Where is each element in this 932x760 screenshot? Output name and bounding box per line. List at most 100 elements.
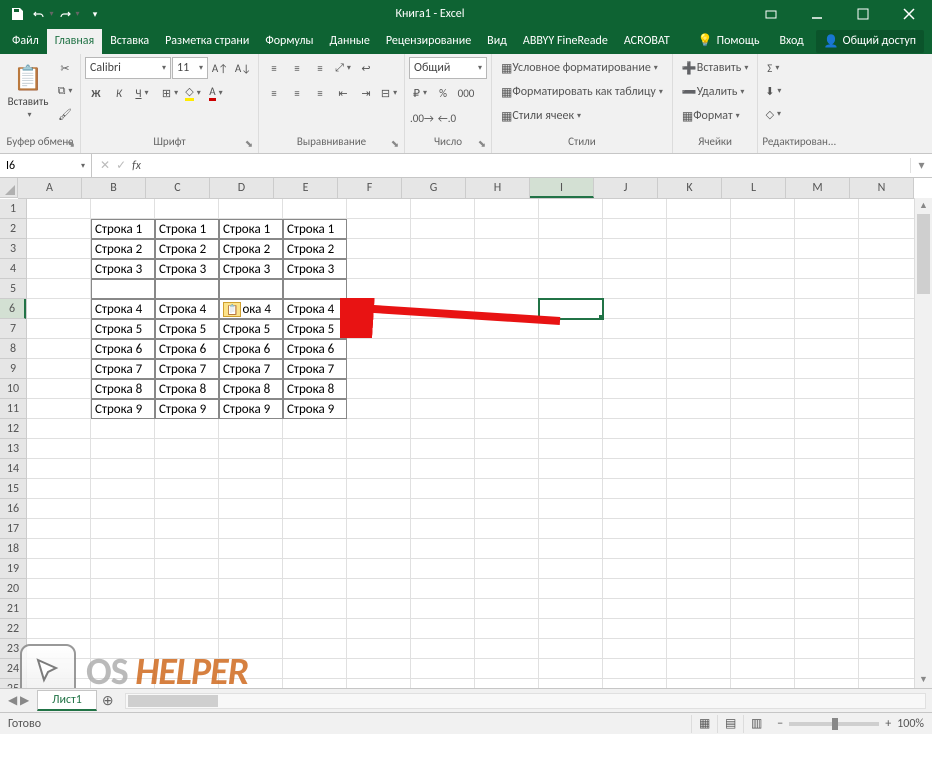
cell[interactable] (411, 299, 475, 319)
cell[interactable] (667, 659, 731, 679)
wrap-text-icon[interactable]: ↩ (355, 57, 377, 79)
cell[interactable] (411, 559, 475, 579)
cell[interactable] (219, 539, 283, 559)
cell[interactable] (859, 259, 914, 279)
cell[interactable] (155, 439, 219, 459)
cell[interactable] (347, 519, 411, 539)
fx-icon[interactable]: fx (132, 159, 141, 173)
cell[interactable] (411, 619, 475, 639)
row-header[interactable]: 9 (0, 359, 26, 379)
cell[interactable] (155, 199, 219, 219)
percent-icon[interactable]: % (432, 82, 454, 104)
align-center-icon[interactable]: ≡ (286, 82, 308, 104)
cell[interactable] (731, 339, 795, 359)
sign-in[interactable]: Вход (771, 29, 811, 54)
cell[interactable] (27, 199, 91, 219)
cell[interactable] (859, 439, 914, 459)
cell[interactable] (667, 339, 731, 359)
cell[interactable] (859, 519, 914, 539)
cell[interactable] (475, 579, 539, 599)
cell[interactable] (859, 459, 914, 479)
cell[interactable] (27, 419, 91, 439)
cell[interactable] (283, 419, 347, 439)
row-header[interactable]: 7 (0, 319, 26, 339)
column-header[interactable]: I (530, 178, 594, 198)
cell[interactable]: 📋ока 4 (219, 299, 283, 319)
cell[interactable] (603, 239, 667, 259)
column-header[interactable]: C (146, 178, 210, 198)
cell[interactable] (795, 479, 859, 499)
row-header[interactable]: 15 (0, 479, 26, 499)
cell[interactable] (667, 199, 731, 219)
cell[interactable] (603, 639, 667, 659)
column-header[interactable]: A (18, 178, 82, 198)
cell[interactable] (731, 639, 795, 659)
row-header[interactable]: 25 (0, 679, 26, 688)
scroll-up-icon[interactable]: ▲ (915, 198, 932, 214)
row-header[interactable]: 1 (0, 199, 26, 219)
paste-button[interactable]: 📋Вставить▾ (4, 57, 52, 127)
cell[interactable] (667, 519, 731, 539)
cell[interactable] (347, 219, 411, 239)
cell[interactable] (155, 619, 219, 639)
cell[interactable] (91, 679, 155, 688)
cell[interactable] (795, 419, 859, 439)
cell[interactable] (859, 419, 914, 439)
sheet-tab[interactable]: Лист1 (37, 690, 97, 711)
number-format-select[interactable]: Общий▾ (409, 57, 487, 79)
cell[interactable] (539, 619, 603, 639)
cell[interactable] (603, 319, 667, 339)
cell[interactable] (603, 439, 667, 459)
cell[interactable] (795, 579, 859, 599)
cell[interactable] (667, 239, 731, 259)
cell[interactable] (539, 239, 603, 259)
cell[interactable] (283, 619, 347, 639)
cell[interactable] (475, 259, 539, 279)
cell[interactable] (475, 239, 539, 259)
cell[interactable] (475, 419, 539, 439)
row-header[interactable]: 8 (0, 339, 26, 359)
cell[interactable]: Строка 9 (91, 399, 155, 419)
cell[interactable] (539, 279, 603, 299)
cell[interactable] (795, 599, 859, 619)
row-header[interactable]: 11 (0, 399, 26, 419)
hscroll-thumb[interactable] (128, 695, 218, 707)
cell[interactable] (667, 679, 731, 688)
cell[interactable] (539, 419, 603, 439)
cell[interactable] (475, 319, 539, 339)
cell[interactable] (91, 599, 155, 619)
cell[interactable] (539, 639, 603, 659)
cell[interactable] (155, 579, 219, 599)
cell[interactable] (475, 379, 539, 399)
cell[interactable] (539, 199, 603, 219)
cell[interactable] (27, 639, 91, 659)
cell[interactable] (155, 479, 219, 499)
scroll-down-icon[interactable]: ▼ (915, 672, 932, 688)
cell[interactable] (411, 279, 475, 299)
cell[interactable] (603, 539, 667, 559)
cell[interactable] (859, 319, 914, 339)
cell[interactable] (539, 579, 603, 599)
cell[interactable] (859, 599, 914, 619)
comma-icon[interactable]: 000 (455, 82, 477, 104)
cell[interactable] (603, 339, 667, 359)
cell[interactable] (539, 439, 603, 459)
cell[interactable] (795, 239, 859, 259)
cell[interactable]: Строка 5 (283, 319, 347, 339)
page-break-view-icon[interactable]: ▥ (743, 715, 769, 733)
cell[interactable] (347, 199, 411, 219)
cell[interactable] (603, 679, 667, 688)
cell[interactable] (731, 479, 795, 499)
cell[interactable] (667, 319, 731, 339)
cell[interactable] (283, 499, 347, 519)
cell[interactable] (347, 439, 411, 459)
cell[interactable]: Строка 4 (91, 299, 155, 319)
cell[interactable] (539, 679, 603, 688)
cell[interactable] (475, 199, 539, 219)
cell[interactable] (347, 659, 411, 679)
cell[interactable] (539, 359, 603, 379)
copy-icon[interactable]: ⧉▾ (54, 80, 76, 102)
cell[interactable] (27, 539, 91, 559)
font-launcher-icon[interactable]: ⬊ (242, 136, 256, 150)
cell[interactable]: Строка 6 (91, 339, 155, 359)
